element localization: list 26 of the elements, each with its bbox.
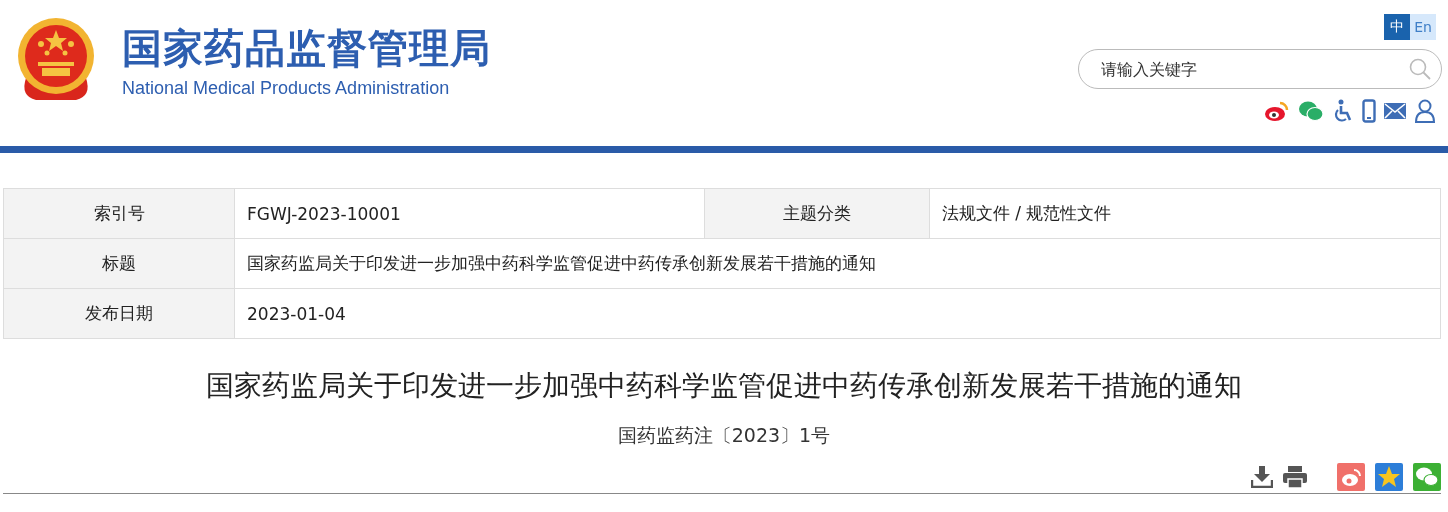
search-field[interactable]: 请输入关键字 xyxy=(1078,49,1442,89)
field-value: FGWJ-2023-10001 xyxy=(234,188,705,239)
field-label: 索引号 xyxy=(3,188,235,239)
field-value: 国家药监局关于印发进一步加强中药科学监管促进中药传承创新发展若干措施的通知 xyxy=(234,238,1441,289)
language-tab[interactable]: En xyxy=(1410,14,1436,40)
weibo-icon[interactable] xyxy=(1264,100,1290,122)
user-icon[interactable] xyxy=(1414,99,1436,123)
field-label: 发布日期 xyxy=(3,288,235,339)
accessibility-icon[interactable] xyxy=(1332,99,1354,123)
document-number: 国药监药注〔2023〕1号 xyxy=(617,424,831,446)
weibo-share-icon[interactable] xyxy=(1337,463,1365,491)
emblem-icon xyxy=(16,16,96,102)
site-title: 国家药品监督管理局 xyxy=(122,24,491,72)
mail-icon[interactable] xyxy=(1384,103,1406,119)
wechat-share-icon[interactable] xyxy=(1413,463,1441,491)
field-label: 标题 xyxy=(3,238,235,289)
field-label: 主题分类 xyxy=(704,188,930,239)
field-value: 法规文件 / 规范性文件 xyxy=(929,188,1441,239)
download-icon[interactable] xyxy=(1251,466,1273,488)
print-icon[interactable] xyxy=(1283,466,1307,488)
field-value: 2023-01-04 xyxy=(234,288,1441,339)
wechat-icon[interactable] xyxy=(1298,100,1324,122)
site-subtitle: National Medical Products Administration xyxy=(122,78,451,99)
article-title: 国家药监局关于印发进一步加强中药科学监管促进中药传承创新发展若干措施的通知 xyxy=(205,368,1243,404)
language-tab[interactable]: 中 xyxy=(1384,14,1410,40)
mobile-icon[interactable] xyxy=(1362,99,1376,123)
